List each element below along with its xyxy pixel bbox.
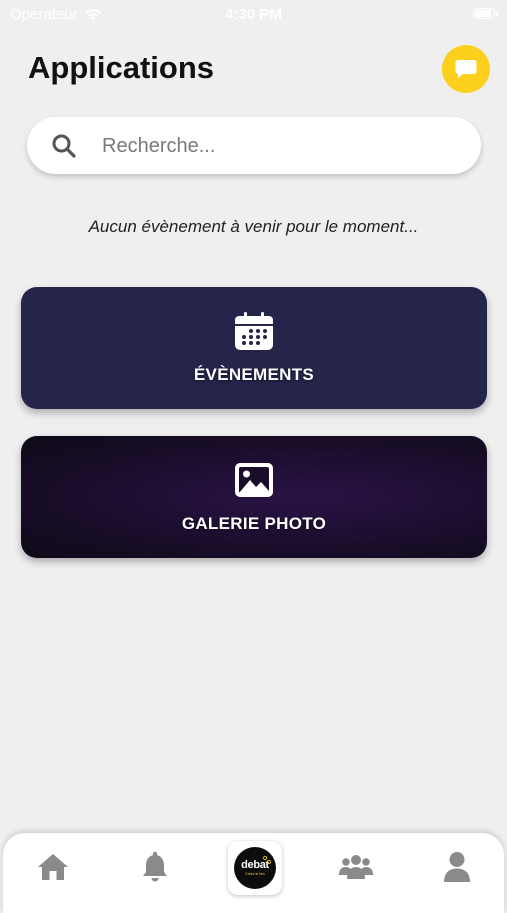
empty-events-message: Aucun évènement à venir pour le moment..… — [88, 217, 419, 236]
search-bar[interactable] — [27, 117, 481, 174]
events-card[interactable]: ÉVÈNEMENTS — [21, 287, 487, 409]
bell-icon — [143, 851, 167, 882]
nav-profile[interactable] — [439, 849, 475, 885]
events-card-label: ÉVÈNEMENTS — [193, 365, 315, 384]
chat-button[interactable] — [442, 45, 490, 93]
search-icon — [52, 134, 76, 158]
search-input[interactable] — [100, 125, 464, 167]
photo-gallery-card[interactable]: GALERIE PHOTO — [21, 436, 487, 558]
chat-bubble-icon — [455, 60, 477, 78]
nav-home-logo[interactable]: debat Créez le lien — [228, 841, 282, 895]
logo-dots-icon — [263, 856, 271, 864]
calendar-icon — [235, 312, 273, 350]
logo-subtext: Créez le lien — [245, 871, 265, 876]
status-time: 4:30 PM — [225, 6, 282, 23]
page-title: Applications — [28, 50, 215, 85]
image-icon — [235, 463, 273, 497]
group-icon — [339, 855, 373, 879]
photo-gallery-card-label: GALERIE PHOTO — [181, 514, 327, 533]
user-icon — [444, 852, 470, 882]
status-bar: Opérateur 4:30 PM — [0, 0, 507, 30]
battery-icon — [473, 8, 498, 19]
nav-home[interactable] — [35, 849, 71, 885]
nav-notifications[interactable] — [137, 849, 173, 885]
nav-community[interactable] — [338, 849, 374, 885]
debat-logo: debat Créez le lien — [234, 847, 276, 889]
bottom-nav: debat Créez le lien — [3, 833, 504, 913]
home-icon — [38, 854, 68, 880]
